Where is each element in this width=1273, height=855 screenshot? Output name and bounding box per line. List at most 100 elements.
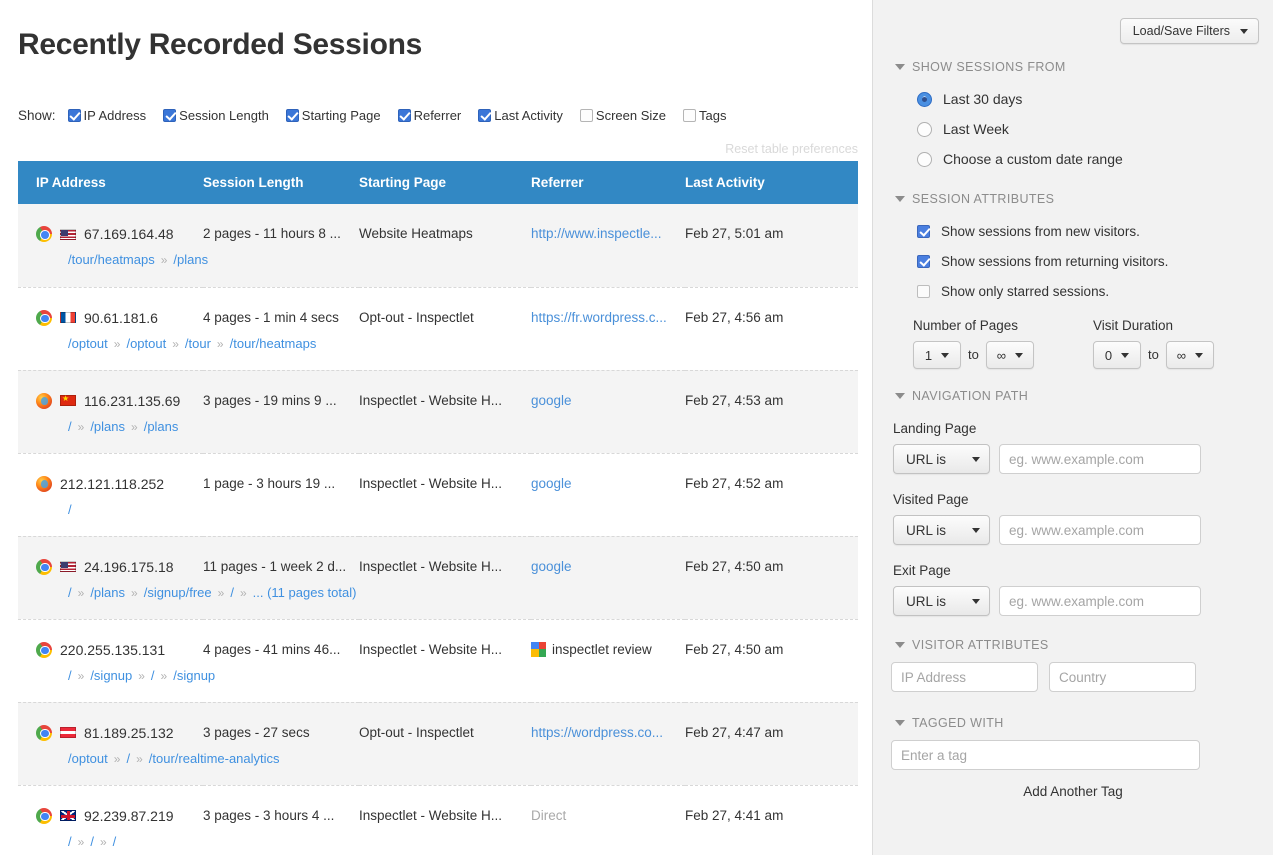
table-row[interactable]: 212.121.118.252/1 page - 3 hours 19 ...I… <box>18 453 858 536</box>
section-header-navigation-path[interactable]: NAVIGATION PATH <box>895 389 1273 403</box>
number-of-pages-from-select[interactable]: 1 <box>913 341 961 369</box>
checkbox-returning-visitors[interactable]: Show sessions from returning visitors. <box>917 246 1273 276</box>
checkbox-icon[interactable] <box>580 109 593 122</box>
add-another-tag-link[interactable]: Add Another Tag <box>873 784 1273 799</box>
checkbox-icon[interactable] <box>286 109 299 122</box>
referrer-value[interactable]: google <box>531 393 572 408</box>
section-header-show-sessions-from[interactable]: SHOW SESSIONS FROM <box>895 60 1273 74</box>
radio-icon[interactable] <box>917 122 932 137</box>
table-row[interactable]: 81.189.25.132/optout»/»/tour/realtime-an… <box>18 702 858 785</box>
tag-input[interactable] <box>891 740 1200 770</box>
path-link[interactable]: /tour/heatmaps <box>230 336 317 351</box>
toggle-starting-page[interactable]: Starting Page <box>286 108 381 123</box>
number-of-pages-to-select[interactable]: ∞ <box>986 341 1034 369</box>
toggle-last-activity[interactable]: Last Activity <box>478 108 563 123</box>
path-link[interactable]: /signup <box>90 668 132 683</box>
path-link[interactable]: / <box>68 502 72 517</box>
toggle-screen-size[interactable]: Screen Size <box>580 108 666 123</box>
path-link[interactable]: / <box>68 834 72 849</box>
path-link[interactable]: / <box>151 668 155 683</box>
referrer-cell-content: inspectlet review <box>531 620 685 657</box>
navigation-path: /optout»/optout»/tour»/tour/heatmaps <box>18 326 203 351</box>
radio-last-30-days[interactable]: Last 30 days <box>917 84 1273 114</box>
path-link[interactable]: / <box>126 751 130 766</box>
path-link[interactable]: /tour/heatmaps <box>68 252 155 267</box>
referrer-value[interactable]: https://fr.wordpress.c... <box>531 310 667 325</box>
path-link[interactable]: / <box>230 585 234 600</box>
table-row[interactable]: 90.61.181.6/optout»/optout»/tour»/tour/h… <box>18 287 858 370</box>
checkbox-icon[interactable] <box>163 109 176 122</box>
checkbox-new-visitors[interactable]: Show sessions from new visitors. <box>917 216 1273 246</box>
section-header-tagged-with[interactable]: TAGGED WITH <box>895 716 1273 730</box>
landing-page-input[interactable] <box>999 444 1201 474</box>
visitor-country-input[interactable] <box>1049 662 1196 692</box>
path-link[interactable]: /tour/realtime-analytics <box>149 751 280 766</box>
column-header-starting-page[interactable]: Starting Page <box>359 161 531 204</box>
checkbox-icon[interactable] <box>398 109 411 122</box>
path-link[interactable]: /plans <box>90 419 125 434</box>
checkbox-icon[interactable] <box>917 255 930 268</box>
cell-referrer: http://www.inspectle... <box>531 204 685 287</box>
section-header-session-attributes[interactable]: SESSION ATTRIBUTES <box>895 192 1273 206</box>
path-link[interactable]: / <box>68 585 72 600</box>
chevron-down-icon <box>972 599 980 604</box>
cell-starting-page: Opt-out - Inspectlet <box>359 702 531 785</box>
referrer-value[interactable]: https://wordpress.co... <box>531 725 663 740</box>
path-link[interactable]: /optout <box>68 751 108 766</box>
reset-table-preferences-link[interactable]: Reset table preferences <box>725 142 858 156</box>
path-link[interactable]: /optout <box>68 336 108 351</box>
referrer-value[interactable]: http://www.inspectle... <box>531 226 662 241</box>
column-header-referrer[interactable]: Referrer <box>531 161 685 204</box>
visited-page-input[interactable] <box>999 515 1201 545</box>
path-link[interactable]: /tour <box>185 336 211 351</box>
section-header-visitor-attributes[interactable]: VISITOR ATTRIBUTES <box>895 638 1273 652</box>
checkbox-starred-sessions[interactable]: Show only starred sessions. <box>917 276 1273 306</box>
path-link[interactable]: /plans <box>144 419 179 434</box>
visitor-ip-address-input[interactable] <box>891 662 1038 692</box>
radio-icon[interactable] <box>917 152 932 167</box>
toggle-session-length[interactable]: Session Length <box>163 108 269 123</box>
radio-custom-date-range[interactable]: Choose a custom date range <box>917 144 1273 174</box>
path-link[interactable]: / <box>113 834 117 849</box>
path-link[interactable]: / <box>90 834 94 849</box>
column-header-last-activity[interactable]: Last Activity <box>685 161 858 204</box>
column-header-ip-address[interactable]: IP Address <box>18 161 203 204</box>
checkbox-icon[interactable] <box>917 285 930 298</box>
toggle-referrer[interactable]: Referrer <box>398 108 462 123</box>
table-row[interactable]: 220.255.135.131/»/signup»/»/signup4 page… <box>18 619 858 702</box>
path-link[interactable]: /optout <box>126 336 166 351</box>
path-link[interactable]: /plans <box>173 252 208 267</box>
radio-last-week[interactable]: Last Week <box>917 114 1273 144</box>
visited-page-operator-select[interactable]: URL is <box>893 515 990 545</box>
cell-last-activity: Feb 27, 4:50 am <box>685 619 858 702</box>
table-row[interactable]: 67.169.164.48/tour/heatmaps»/plans2 page… <box>18 204 858 287</box>
table-row[interactable]: 116.231.135.69/»/plans»/plans3 pages - 1… <box>18 370 858 453</box>
toggle-tags[interactable]: Tags <box>683 108 726 123</box>
visit-duration-to-select[interactable]: ∞ <box>1166 341 1214 369</box>
path-link[interactable]: /plans <box>90 585 125 600</box>
path-link[interactable]: / <box>68 419 72 434</box>
load-save-filters-button[interactable]: Load/Save Filters <box>1120 18 1259 44</box>
path-link[interactable]: /signup/free <box>144 585 212 600</box>
path-link[interactable]: / <box>68 668 72 683</box>
table-row[interactable]: 92.239.87.219/»/»/3 pages - 3 hours 4 ..… <box>18 785 858 855</box>
checkbox-icon[interactable] <box>917 225 930 238</box>
checkbox-icon[interactable] <box>683 109 696 122</box>
path-link[interactable]: /signup <box>173 668 215 683</box>
checkbox-icon[interactable] <box>68 109 81 122</box>
landing-page-operator-select[interactable]: URL is <box>893 444 990 474</box>
referrer-value[interactable]: google <box>531 559 572 574</box>
sessions-table-header: IP Address Session Length Starting Page … <box>18 161 858 204</box>
section-title: NAVIGATION PATH <box>912 389 1028 403</box>
table-row[interactable]: 24.196.175.18/»/plans»/signup/free»/»...… <box>18 536 858 619</box>
referrer-value[interactable]: google <box>531 476 572 491</box>
path-link[interactable]: ... (11 pages total) <box>253 585 357 600</box>
checkbox-icon[interactable] <box>478 109 491 122</box>
column-header-session-length[interactable]: Session Length <box>203 161 359 204</box>
cell-last-activity: Feb 27, 4:41 am <box>685 785 858 855</box>
exit-page-input[interactable] <box>999 586 1201 616</box>
radio-icon[interactable] <box>917 92 932 107</box>
visit-duration-from-select[interactable]: 0 <box>1093 341 1141 369</box>
toggle-ip-address[interactable]: IP Address <box>68 108 147 123</box>
exit-page-operator-select[interactable]: URL is <box>893 586 990 616</box>
